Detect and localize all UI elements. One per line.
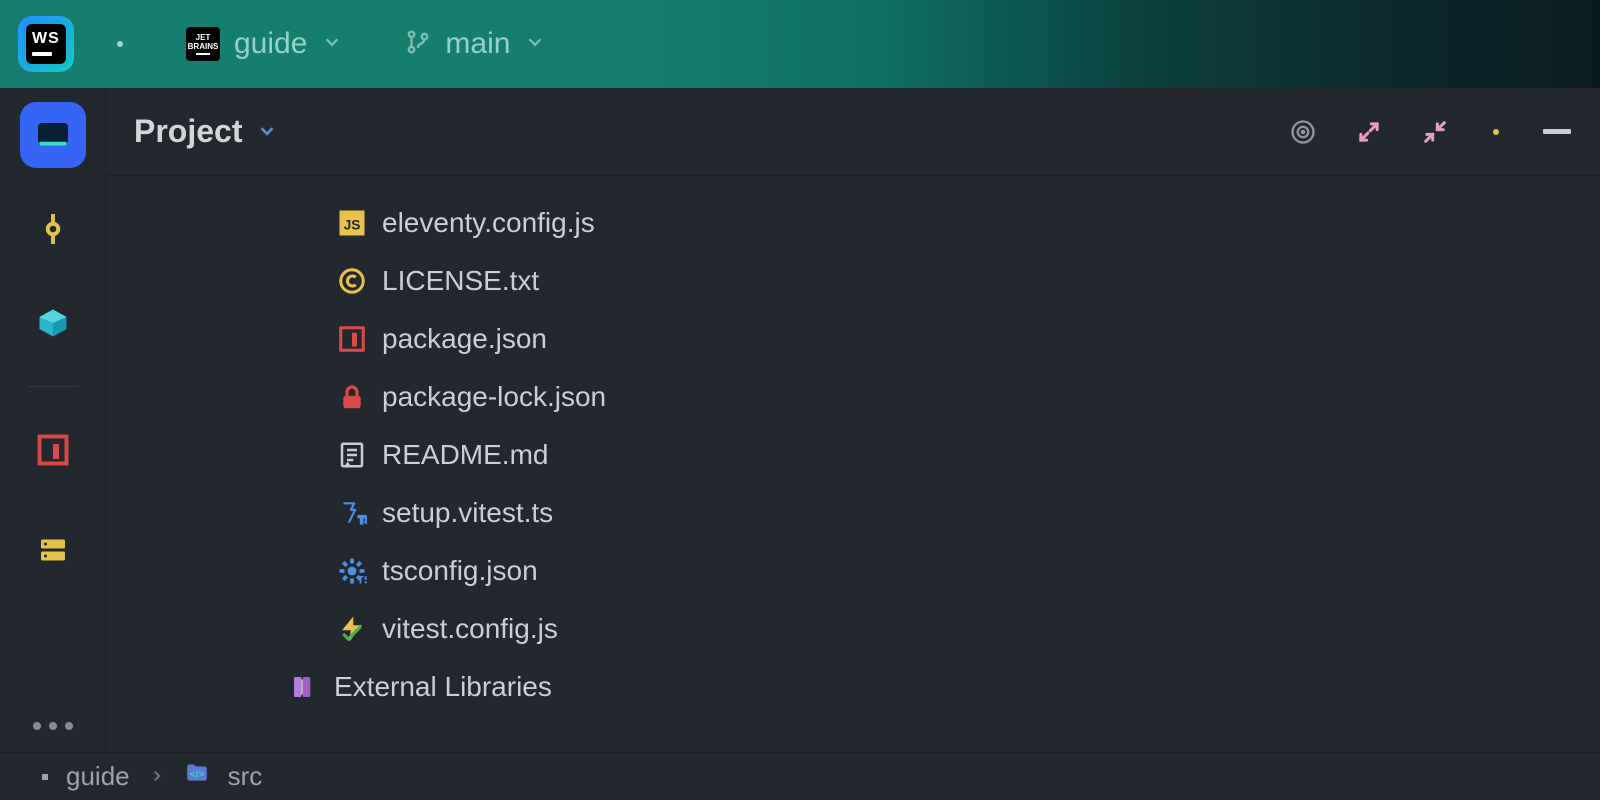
lock-icon: [336, 381, 368, 413]
file-name: setup.vitest.ts: [382, 497, 553, 529]
file-row[interactable]: TS setup.vitest.ts: [106, 484, 1600, 542]
file-name: eleventy.config.js: [382, 207, 595, 239]
readme-icon: [336, 439, 368, 471]
vitest-ts-icon: TS: [336, 497, 368, 529]
file-name: package.json: [382, 323, 547, 355]
panel-title: Project: [134, 113, 242, 150]
file-name: LICENSE.txt: [382, 265, 539, 297]
project-selector[interactable]: JETBRAINS guide: [186, 27, 343, 61]
project-tree[interactable]: JS eleventy.config.js LICENSE.txt packag…: [106, 176, 1600, 752]
file-name: package-lock.json: [382, 381, 606, 413]
npm-tool-button[interactable]: [20, 417, 86, 483]
git-branch-icon: [405, 29, 431, 60]
main-menu-button[interactable]: [100, 16, 140, 72]
file-name: vitest.config.js: [382, 613, 558, 645]
file-name: tsconfig.json: [382, 555, 538, 587]
project-panel-header: Project: [106, 88, 1600, 176]
vitest-bolt-icon: [336, 613, 368, 645]
file-row[interactable]: LICENSE.txt: [106, 252, 1600, 310]
chevron-down-icon: [321, 31, 343, 58]
file-row[interactable]: package-lock.json: [106, 368, 1600, 426]
project-panel-title-group[interactable]: Project: [134, 113, 278, 150]
branch-selector[interactable]: main: [405, 27, 546, 61]
ts-config-icon: TS: [336, 555, 368, 587]
js-file-icon: JS: [336, 207, 368, 239]
chevron-down-icon: [524, 31, 546, 58]
sidebar-separator: [28, 386, 78, 387]
navigation-bar: guide </> src: [0, 752, 1600, 800]
more-tools-button[interactable]: [33, 722, 73, 730]
svg-text:TS: TS: [358, 515, 367, 527]
commit-tool-button[interactable]: [20, 196, 86, 262]
hide-panel-button[interactable]: [1542, 117, 1572, 147]
jetbrains-icon: JETBRAINS: [186, 27, 220, 61]
file-name: README.md: [382, 439, 548, 471]
titlebar: WS JETBRAINS guide main: [0, 0, 1600, 88]
project-tool-button[interactable]: [20, 102, 86, 168]
collapse-all-button[interactable]: [1420, 117, 1450, 147]
breadcrumb-root-marker: [42, 774, 48, 780]
chevron-right-icon: [148, 761, 166, 792]
app-logo-text: WS: [32, 32, 60, 46]
tool-sidebar: [0, 88, 106, 752]
expand-all-button[interactable]: [1354, 117, 1384, 147]
svg-text:</>: </>: [190, 769, 204, 780]
breadcrumb-current[interactable]: src: [228, 761, 263, 792]
file-row[interactable]: package.json: [106, 310, 1600, 368]
project-name: guide: [234, 27, 307, 61]
file-row[interactable]: JS eleventy.config.js: [106, 194, 1600, 252]
external-libraries-row[interactable]: External Libraries: [106, 658, 1600, 716]
file-row[interactable]: vitest.config.js: [106, 600, 1600, 658]
svg-text:JS: JS: [344, 217, 361, 232]
folder-src-icon: </>: [184, 760, 210, 793]
package-tool-button[interactable]: [20, 290, 86, 356]
branch-name: main: [445, 27, 510, 61]
library-icon: [288, 671, 320, 703]
chevron-down-icon: [256, 113, 278, 150]
app-logo[interactable]: WS: [18, 16, 74, 72]
file-row[interactable]: TS tsconfig.json: [106, 542, 1600, 600]
svg-text:TS: TS: [357, 575, 367, 587]
breadcrumb-root[interactable]: guide: [66, 761, 130, 792]
database-tool-button[interactable]: [20, 517, 86, 583]
file-row[interactable]: README.md: [106, 426, 1600, 484]
panel-options-button[interactable]: [1486, 104, 1506, 160]
copyright-icon: [336, 265, 368, 297]
npm-file-icon: [336, 323, 368, 355]
external-libraries-label: External Libraries: [334, 671, 552, 703]
select-opened-file-button[interactable]: [1288, 117, 1318, 147]
